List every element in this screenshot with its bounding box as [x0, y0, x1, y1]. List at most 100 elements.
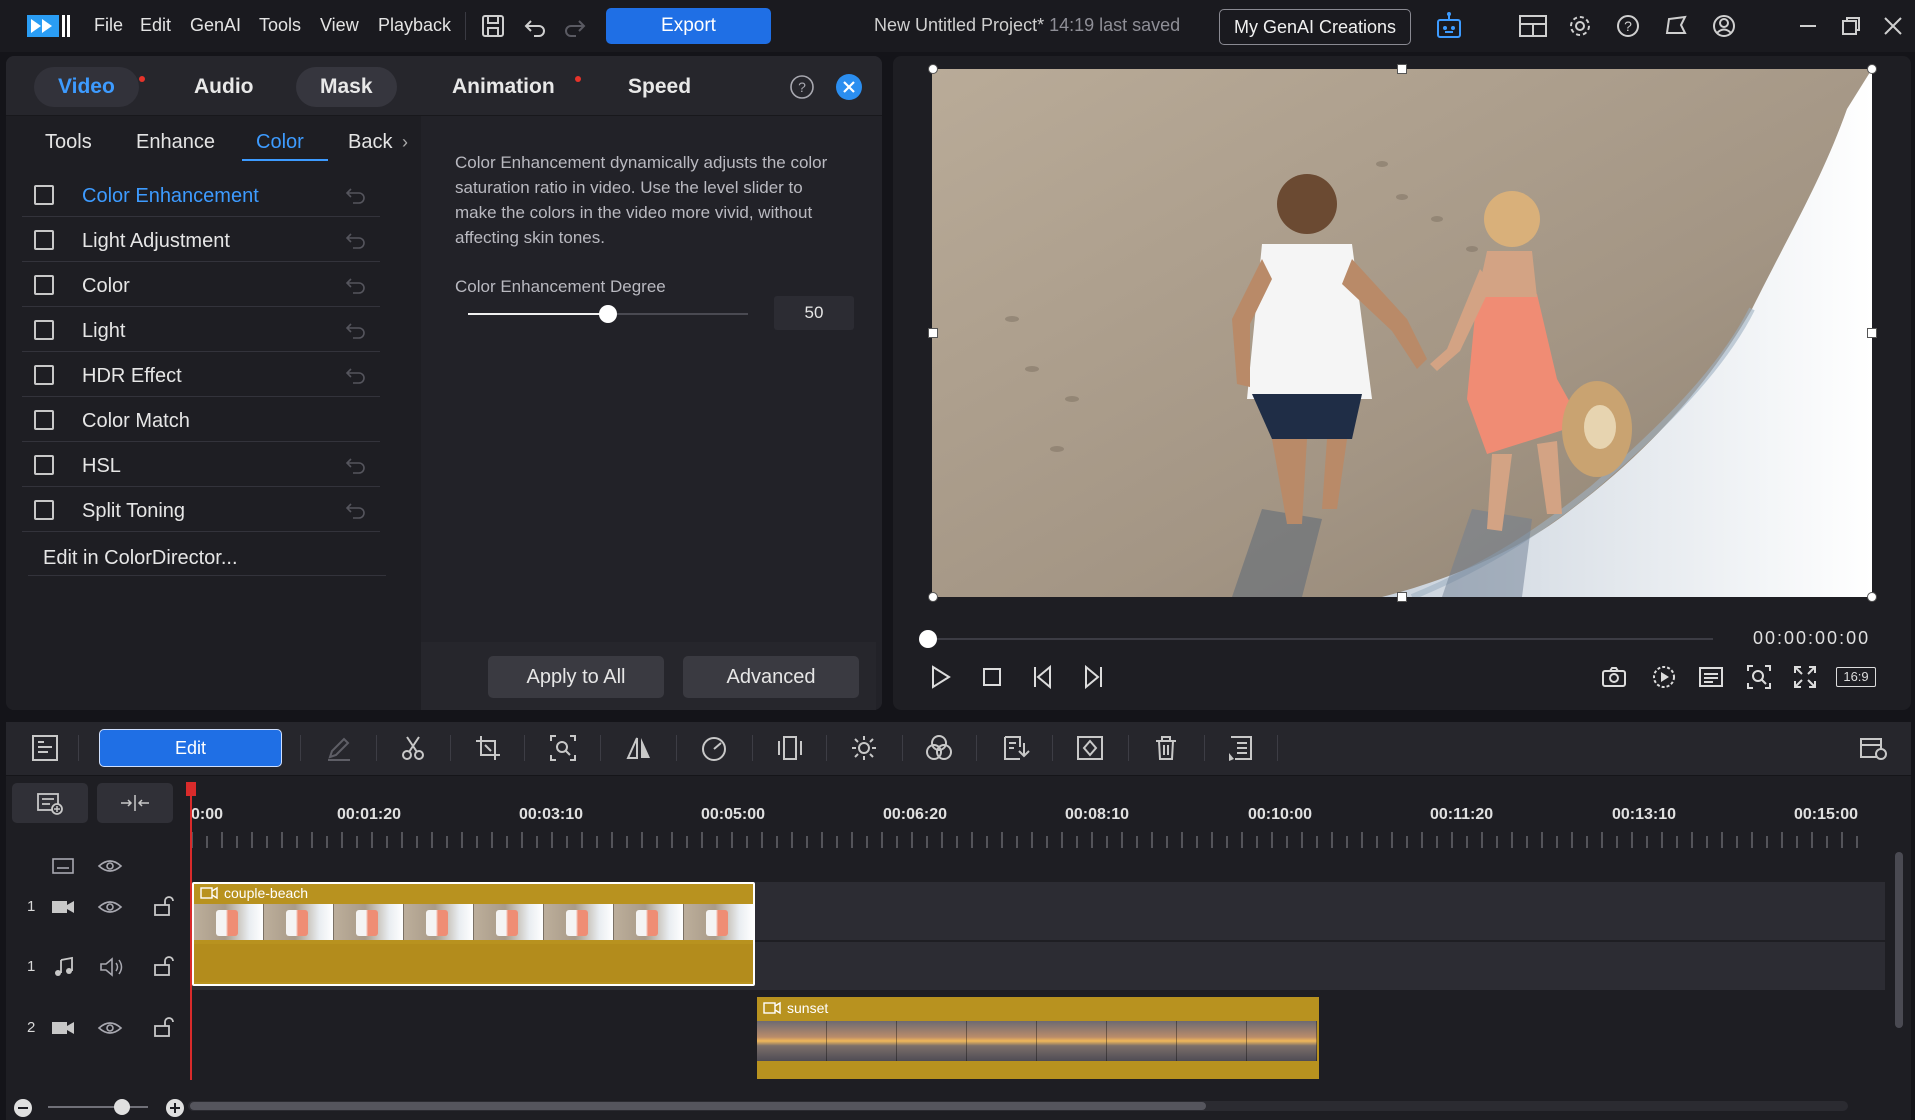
stop-icon[interactable]	[978, 663, 1006, 691]
timeline-vertical-scrollbar[interactable]	[1895, 852, 1903, 1028]
timeline-zoom-thumb[interactable]	[114, 1099, 130, 1115]
speed-gauge-icon[interactable]	[699, 733, 729, 763]
zoom-in-icon[interactable]	[164, 1097, 186, 1119]
previous-frame-icon[interactable]	[1030, 663, 1058, 691]
menu-genai[interactable]: GenAI	[190, 15, 241, 36]
apply-to-all-button[interactable]: Apply to All	[488, 656, 664, 698]
subtab-color[interactable]: Color	[256, 131, 304, 154]
lock-icon[interactable]	[150, 955, 176, 977]
playback-scrubber-thumb[interactable]	[919, 630, 937, 648]
degree-slider-thumb[interactable]	[599, 305, 617, 323]
transform-handle-bottom-left[interactable]	[928, 592, 938, 602]
option-split-toning[interactable]: Split Toning	[22, 488, 380, 532]
menu-view[interactable]: View	[320, 15, 359, 36]
edit-button[interactable]: Edit	[99, 729, 282, 767]
aspect-ratio-button[interactable]: 16:9	[1836, 667, 1876, 687]
restore-icon[interactable]	[1838, 13, 1864, 39]
timeline-ruler[interactable]	[190, 830, 1870, 850]
transform-handle-right[interactable]	[1867, 328, 1877, 338]
lock-icon[interactable]	[150, 895, 176, 917]
delete-trash-icon[interactable]	[1151, 733, 1181, 763]
transform-handle-top[interactable]	[1397, 64, 1407, 74]
reset-icon[interactable]	[344, 185, 368, 205]
fullscreen-icon[interactable]	[1791, 663, 1819, 691]
next-frame-icon[interactable]	[1078, 663, 1106, 691]
track-manager-button[interactable]	[12, 783, 88, 823]
close-window-icon[interactable]	[1880, 13, 1906, 39]
subtab-scroll-right-icon[interactable]: ›	[402, 132, 408, 153]
zoom-preview-icon[interactable]	[1745, 663, 1773, 691]
option-light-adjustment[interactable]: Light Adjustment	[22, 218, 380, 262]
option-light[interactable]: Light	[22, 308, 380, 352]
snapshot-camera-icon[interactable]	[1600, 663, 1628, 691]
menu-playback[interactable]: Playback	[378, 15, 451, 36]
transform-handle-top-left[interactable]	[928, 64, 938, 74]
timeline-scroll-thumb[interactable]	[190, 1102, 1206, 1110]
color-match-checkbox[interactable]	[34, 410, 54, 430]
option-hdr-effect[interactable]: HDR Effect	[22, 353, 380, 397]
fit-timeline-button[interactable]	[97, 783, 173, 823]
clip-couple-beach[interactable]: couple-beach	[192, 882, 755, 986]
tab-video[interactable]: Video	[34, 67, 139, 107]
zoom-region-icon[interactable]	[548, 733, 578, 763]
timeline-zoom-slider[interactable]	[48, 1106, 148, 1108]
reset-icon[interactable]	[344, 365, 368, 385]
light-checkbox[interactable]	[34, 320, 54, 340]
transform-handle-top-right[interactable]	[1867, 64, 1877, 74]
export-button[interactable]: Export	[606, 8, 771, 44]
subtab-background[interactable]: Back	[348, 131, 392, 154]
playback-scrubber[interactable]	[928, 638, 1713, 640]
transform-handle-bottom-right[interactable]	[1867, 592, 1877, 602]
brightness-icon[interactable]	[849, 733, 879, 763]
reset-icon[interactable]	[344, 500, 368, 520]
option-hsl[interactable]: HSL	[22, 443, 380, 487]
keyframe-icon[interactable]	[1075, 733, 1105, 763]
edit-in-colordirector-link[interactable]: Edit in ColorDirector...	[43, 547, 238, 570]
menu-tools[interactable]: Tools	[259, 15, 301, 36]
speaker-icon[interactable]	[98, 956, 124, 978]
undo-icon[interactable]	[522, 13, 548, 39]
play-icon[interactable]	[926, 663, 954, 691]
subtab-enhance[interactable]: Enhance	[136, 131, 215, 154]
draw-pen-icon[interactable]	[324, 733, 354, 763]
settings-gear-icon[interactable]	[1567, 13, 1593, 39]
layout-icon[interactable]	[1518, 13, 1548, 39]
flip-icon[interactable]	[624, 733, 654, 763]
crop-icon[interactable]	[473, 733, 503, 763]
transform-handle-bottom[interactable]	[1397, 592, 1407, 602]
preview-quality-icon[interactable]	[1650, 663, 1678, 691]
tab-mask[interactable]: Mask	[296, 67, 397, 107]
help-icon[interactable]: ?	[1615, 13, 1641, 39]
my-genai-creations-button[interactable]: My GenAI Creations	[1219, 9, 1411, 45]
light-adjustment-checkbox[interactable]	[34, 230, 54, 250]
tab-audio[interactable]: Audio	[170, 67, 277, 107]
zoom-out-icon[interactable]	[12, 1097, 34, 1119]
export-frame-icon[interactable]	[1000, 733, 1030, 763]
timeline-settings-icon[interactable]	[1858, 733, 1888, 763]
redo-icon[interactable]	[562, 13, 588, 39]
option-color[interactable]: Color	[22, 263, 380, 307]
playhead[interactable]	[190, 782, 192, 1080]
menu-edit[interactable]: Edit	[140, 15, 171, 36]
color-checkbox[interactable]	[34, 275, 54, 295]
degree-value-field[interactable]: 50	[774, 296, 854, 330]
clip-sunset[interactable]: sunset	[757, 997, 1319, 1079]
split-toning-checkbox[interactable]	[34, 500, 54, 520]
reset-icon[interactable]	[344, 230, 368, 250]
visibility-eye-icon[interactable]	[97, 1017, 123, 1039]
timeline-layout-icon[interactable]	[30, 733, 60, 763]
more-tools-icon[interactable]	[1225, 733, 1255, 763]
visibility-eye-icon[interactable]	[97, 896, 123, 918]
lock-icon[interactable]	[150, 1016, 176, 1038]
notifications-icon[interactable]	[1663, 13, 1689, 39]
save-icon[interactable]	[480, 13, 506, 39]
option-color-enhancement[interactable]: Color Enhancement	[22, 173, 380, 217]
color-enhancement-checkbox[interactable]	[34, 185, 54, 205]
menu-file[interactable]: File	[94, 15, 123, 36]
reset-icon[interactable]	[344, 455, 368, 475]
video-preview-image[interactable]	[932, 69, 1872, 597]
split-scissors-icon[interactable]	[398, 733, 428, 763]
panel-close-icon[interactable]	[835, 73, 863, 101]
minimize-icon[interactable]	[1795, 13, 1821, 39]
reset-icon[interactable]	[344, 275, 368, 295]
